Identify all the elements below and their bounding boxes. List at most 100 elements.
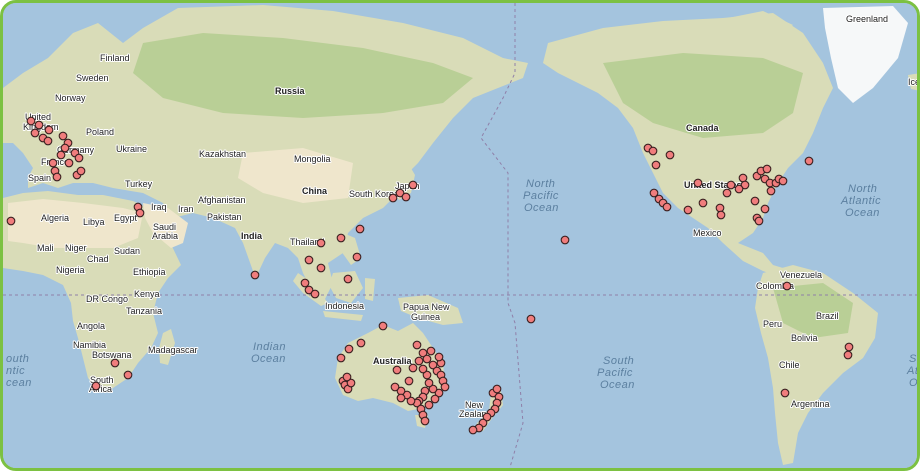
location-marker[interactable] (414, 356, 424, 366)
location-marker[interactable] (378, 321, 388, 331)
label-afghanistan: Afghanistan (198, 195, 246, 205)
location-marker[interactable] (693, 178, 703, 188)
location-marker[interactable] (343, 274, 353, 284)
location-marker[interactable] (665, 150, 675, 160)
location-marker[interactable] (698, 198, 708, 208)
location-marker[interactable] (352, 252, 362, 262)
location-marker[interactable] (48, 158, 58, 168)
label-venezuela: Venezuela (780, 270, 822, 280)
location-marker[interactable] (760, 204, 770, 214)
location-marker[interactable] (401, 192, 411, 202)
location-marker[interactable] (60, 143, 70, 153)
location-marker[interactable] (715, 203, 725, 213)
location-marker[interactable] (30, 128, 40, 138)
ocean-south-atlantic-right-3: O (909, 377, 918, 389)
location-marker[interactable] (34, 120, 44, 130)
location-marker[interactable] (420, 416, 430, 426)
location-marker[interactable] (316, 238, 326, 248)
location-marker[interactable] (738, 173, 748, 183)
location-marker[interactable] (135, 208, 145, 218)
location-marker[interactable] (56, 150, 66, 160)
label-bolivia: Bolivia (791, 333, 818, 343)
location-marker[interactable] (390, 382, 400, 392)
location-marker[interactable] (434, 352, 444, 362)
location-marker[interactable] (778, 176, 788, 186)
label-algeria: Algeria (41, 213, 69, 223)
location-marker[interactable] (782, 281, 792, 291)
label-iceland: Icel (908, 77, 920, 87)
label-pakistan: Pakistan (207, 212, 242, 222)
location-marker[interactable] (526, 314, 536, 324)
location-marker[interactable] (762, 164, 772, 174)
location-marker[interactable] (74, 153, 84, 163)
location-marker[interactable] (426, 346, 436, 356)
location-marker[interactable] (750, 196, 760, 206)
location-marker[interactable] (64, 158, 74, 168)
location-marker[interactable] (780, 388, 790, 398)
location-marker[interactable] (52, 172, 62, 182)
location-marker[interactable] (424, 378, 434, 388)
location-marker[interactable] (468, 425, 478, 435)
location-marker[interactable] (412, 340, 422, 350)
location-marker[interactable] (726, 180, 736, 190)
location-marker[interactable] (304, 255, 314, 265)
location-marker[interactable] (683, 205, 693, 215)
location-marker[interactable] (722, 188, 732, 198)
location-marker[interactable] (424, 400, 434, 410)
location-marker[interactable] (388, 193, 398, 203)
location-marker[interactable] (843, 350, 853, 360)
label-australia: Australia (373, 356, 413, 366)
location-marker[interactable] (58, 131, 68, 141)
location-marker[interactable] (734, 184, 744, 194)
location-marker[interactable] (123, 370, 133, 380)
location-marker[interactable] (44, 125, 54, 135)
location-marker[interactable] (392, 365, 402, 375)
location-marker[interactable] (408, 180, 418, 190)
location-marker[interactable] (440, 382, 450, 392)
location-marker[interactable] (766, 186, 776, 196)
location-marker[interactable] (336, 233, 346, 243)
location-marker[interactable] (430, 394, 440, 404)
location-marker[interactable] (662, 202, 672, 212)
ocean-south-pacific-2: Pacific (597, 367, 633, 379)
location-marker[interactable] (6, 216, 16, 226)
location-marker[interactable] (43, 136, 53, 146)
location-marker[interactable] (26, 116, 36, 126)
ocean-north-pacific-1: North (526, 178, 555, 190)
location-marker[interactable] (560, 235, 570, 245)
location-marker[interactable] (716, 210, 726, 220)
location-marker[interactable] (418, 364, 428, 374)
location-marker[interactable] (91, 381, 101, 391)
location-marker[interactable] (300, 278, 310, 288)
location-marker[interactable] (492, 384, 502, 394)
ocean-south-pacific-1: South (603, 355, 634, 367)
location-marker[interactable] (396, 393, 406, 403)
ocean-south-atlantic-left-2: ntic (6, 365, 25, 377)
location-marker[interactable] (804, 156, 814, 166)
location-marker[interactable] (250, 270, 260, 280)
ocean-north-atlantic-3: Ocean (845, 207, 880, 219)
location-marker[interactable] (110, 358, 120, 368)
location-marker[interactable] (754, 216, 764, 226)
location-marker[interactable] (344, 344, 354, 354)
map-canvas[interactable]: Greenland Icel Finland Sweden Norway Rus… (3, 3, 920, 471)
location-marker[interactable] (356, 338, 366, 348)
location-marker[interactable] (310, 289, 320, 299)
label-kazakhstan: Kazakhstan (199, 149, 246, 159)
location-marker[interactable] (648, 146, 658, 156)
label-sudan: Sudan (114, 246, 140, 256)
location-marker[interactable] (76, 166, 86, 176)
world-map[interactable]: Greenland Icel Finland Sweden Norway Rus… (0, 0, 920, 471)
ocean-north-pacific-2: Pacific (523, 190, 559, 202)
location-marker[interactable] (342, 372, 352, 382)
location-marker[interactable] (404, 376, 414, 386)
location-marker[interactable] (408, 363, 418, 373)
label-kenya: Kenya (134, 289, 160, 299)
location-marker[interactable] (336, 353, 346, 363)
location-marker[interactable] (355, 224, 365, 234)
location-marker[interactable] (844, 342, 854, 352)
location-marker[interactable] (422, 354, 432, 364)
label-argentina: Argentina (791, 399, 830, 409)
location-marker[interactable] (651, 160, 661, 170)
location-marker[interactable] (316, 263, 326, 273)
